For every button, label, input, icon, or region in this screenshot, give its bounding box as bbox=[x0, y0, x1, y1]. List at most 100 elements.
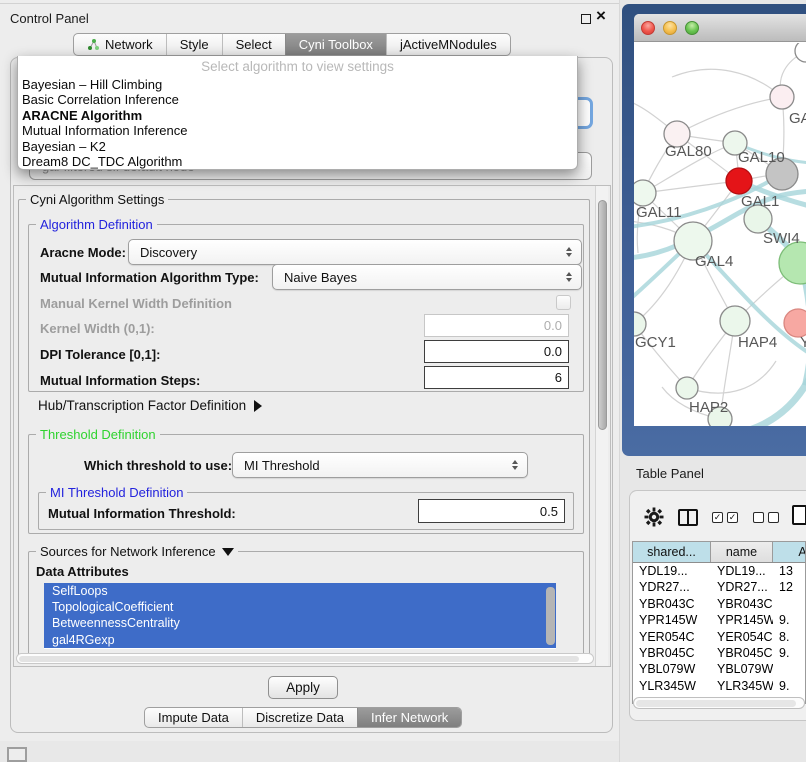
minimize-traffic-light-icon[interactable] bbox=[663, 21, 677, 35]
network-node-label: GAL10 bbox=[738, 149, 785, 166]
export-table-icon[interactable] bbox=[792, 505, 806, 525]
tab-impute-data[interactable]: Impute Data bbox=[145, 708, 242, 727]
select-all-check-icon[interactable]: ✓ bbox=[712, 512, 723, 523]
table-column-header[interactable]: A bbox=[773, 542, 806, 562]
algorithm-option[interactable]: ARACNE Algorithm bbox=[18, 108, 577, 123]
mi-threshold-label: Mutual Information Threshold: bbox=[48, 506, 236, 521]
tab-jactivemnodules[interactable]: jActiveMNodules bbox=[386, 34, 510, 55]
table-settings-gear-icon[interactable] bbox=[644, 507, 664, 532]
table-hscrollbar-thumb[interactable] bbox=[636, 700, 796, 707]
network-edge[interactable] bbox=[677, 97, 782, 134]
table-cell: YBL079W bbox=[633, 661, 711, 677]
tab-network[interactable]: Network bbox=[74, 34, 166, 55]
table-panel-title: Table Panel bbox=[636, 466, 704, 481]
algorithm-option[interactable]: Bayesian – K2 bbox=[18, 139, 577, 154]
tab-infer-network[interactable]: Infer Network bbox=[357, 708, 461, 727]
algorithm-option[interactable]: Mutual Information Inference bbox=[18, 123, 577, 138]
table-cell: 9. bbox=[773, 678, 806, 694]
network-canvas[interactable]: GALGAL80GAL10GAL1GAL11SWI4GAL4GCY1HAP4YH… bbox=[634, 43, 806, 426]
tab-cyni-toolbox[interactable]: Cyni Toolbox bbox=[285, 34, 386, 55]
attributes-list-scrollbar-thumb[interactable] bbox=[546, 587, 555, 645]
table-row[interactable]: YBR045CYBR045C9. bbox=[633, 645, 805, 661]
data-attribute-item[interactable]: TopologicalCoefficient bbox=[44, 599, 556, 615]
select-all-check-icon[interactable]: ✓ bbox=[727, 512, 738, 523]
network-window-titlebar[interactable] bbox=[634, 14, 806, 42]
table-cell: YBR045C bbox=[711, 645, 773, 661]
sources-group-title[interactable]: Sources for Network Inference bbox=[36, 544, 238, 559]
table-hscrollbar[interactable] bbox=[633, 697, 805, 709]
table-row[interactable]: YDL19...YDL19...13 bbox=[633, 563, 805, 579]
network-edge[interactable] bbox=[643, 181, 739, 193]
table-row[interactable]: YPR145WYPR145W9. bbox=[633, 612, 805, 628]
column-visibility-icon[interactable] bbox=[678, 509, 698, 526]
tab-discretize-data[interactable]: Discretize Data bbox=[242, 708, 357, 727]
mi-threshold-input[interactable] bbox=[418, 499, 565, 523]
close-icon[interactable]: × bbox=[596, 7, 606, 25]
network-node[interactable] bbox=[676, 377, 698, 399]
data-attribute-item[interactable]: SelfLoops bbox=[44, 583, 556, 599]
network-edge[interactable] bbox=[687, 361, 776, 393]
table-cell: YLR345W bbox=[633, 678, 711, 694]
data-attributes-label: Data Attributes bbox=[36, 564, 129, 579]
apply-button[interactable]: Apply bbox=[268, 676, 338, 699]
network-window[interactable]: GALGAL80GAL10GAL1GAL11SWI4GAL4GCY1HAP4YH… bbox=[634, 14, 806, 426]
network-node[interactable] bbox=[779, 242, 806, 284]
close-traffic-light-icon[interactable] bbox=[641, 21, 655, 35]
deselect-all-check-icon[interactable] bbox=[768, 512, 779, 523]
settings-hscrollbar[interactable] bbox=[16, 653, 594, 664]
algorithm-option[interactable]: Dream8 DC_TDC Algorithm bbox=[18, 154, 577, 169]
kernel-width-input[interactable] bbox=[424, 314, 569, 337]
table-cell: YDR27... bbox=[711, 579, 773, 595]
minimized-panel-icon[interactable] bbox=[7, 747, 27, 762]
which-threshold-label: Which threshold to use: bbox=[84, 458, 232, 473]
top-divider bbox=[0, 3, 620, 4]
algorithm-option[interactable]: Basic Correlation Inference bbox=[18, 92, 577, 107]
data-attribute-item[interactable]: BetweennessCentrality bbox=[44, 615, 556, 631]
table-body: YDL19...YDL19...13YDR27...YDR27...12YBR0… bbox=[633, 563, 805, 704]
settings-vscrollbar[interactable] bbox=[595, 186, 608, 666]
network-node[interactable] bbox=[720, 306, 750, 336]
settings-hscrollbar-thumb[interactable] bbox=[19, 656, 579, 663]
network-node[interactable] bbox=[726, 168, 752, 194]
manual-kernel-checkbox[interactable] bbox=[556, 295, 571, 310]
network-node-label: Y bbox=[800, 334, 806, 351]
dpi-tolerance-input[interactable] bbox=[424, 340, 569, 363]
network-node[interactable] bbox=[770, 85, 794, 109]
tab-select[interactable]: Select bbox=[222, 34, 285, 55]
float-window-icon[interactable] bbox=[581, 14, 591, 24]
network-edge[interactable] bbox=[634, 191, 806, 258]
mi-steps-label: Mutual Information Steps: bbox=[40, 373, 200, 388]
cyni-algorithm-settings-title: Cyni Algorithm Settings bbox=[26, 192, 168, 207]
mi-steps-input[interactable] bbox=[424, 366, 569, 389]
algorithm-option[interactable]: Bayesian – Hill Climbing bbox=[18, 77, 577, 92]
expand-arrow-icon bbox=[254, 400, 262, 412]
table-row[interactable]: YDR27...YDR27...12 bbox=[633, 579, 805, 595]
mi-type-combo[interactable]: Naive Bayes bbox=[272, 264, 582, 290]
deselect-all-check-icon[interactable] bbox=[753, 512, 764, 523]
tab-style[interactable]: Style bbox=[166, 34, 222, 55]
mi-threshold-group-title: MI Threshold Definition bbox=[46, 485, 187, 500]
table-cell: YDL19... bbox=[711, 563, 773, 579]
table-cell: YBR045C bbox=[633, 645, 711, 661]
dpi-tolerance-label: DPI Tolerance [0,1]: bbox=[40, 347, 160, 362]
table-row[interactable]: YER054CYER054C8. bbox=[633, 629, 805, 645]
network-graph[interactable]: GALGAL80GAL10GAL1GAL11SWI4GAL4GCY1HAP4YH… bbox=[634, 43, 806, 426]
which-threshold-combo[interactable]: MI Threshold bbox=[232, 452, 528, 478]
table-row[interactable]: YBL079WYBL079W bbox=[633, 661, 805, 677]
aracne-mode-combo[interactable]: Discovery bbox=[128, 239, 582, 265]
network-edge[interactable] bbox=[672, 69, 782, 97]
mi-type-label: Mutual Information Algorithm Type: bbox=[40, 270, 259, 285]
data-attributes-list[interactable]: SelfLoopsTopologicalCoefficientBetweenne… bbox=[44, 583, 556, 649]
table-column-header[interactable]: name bbox=[711, 542, 773, 562]
hub-section-toggle[interactable]: Hub/Transcription Factor Definition bbox=[38, 398, 262, 413]
table-cell: 9. bbox=[773, 612, 806, 628]
settings-vscrollbar-thumb[interactable] bbox=[598, 200, 607, 430]
table-row[interactable]: YBR043CYBR043C bbox=[633, 596, 805, 612]
table-row[interactable]: YLR345WYLR345W9. bbox=[633, 678, 805, 694]
network-node[interactable] bbox=[795, 43, 806, 62]
network-node[interactable] bbox=[634, 180, 656, 206]
table-column-header[interactable]: shared... bbox=[633, 542, 711, 562]
network-node[interactable] bbox=[784, 309, 806, 337]
zoom-traffic-light-icon[interactable] bbox=[685, 21, 699, 35]
data-attribute-item[interactable]: gal4RGexp bbox=[44, 632, 556, 648]
